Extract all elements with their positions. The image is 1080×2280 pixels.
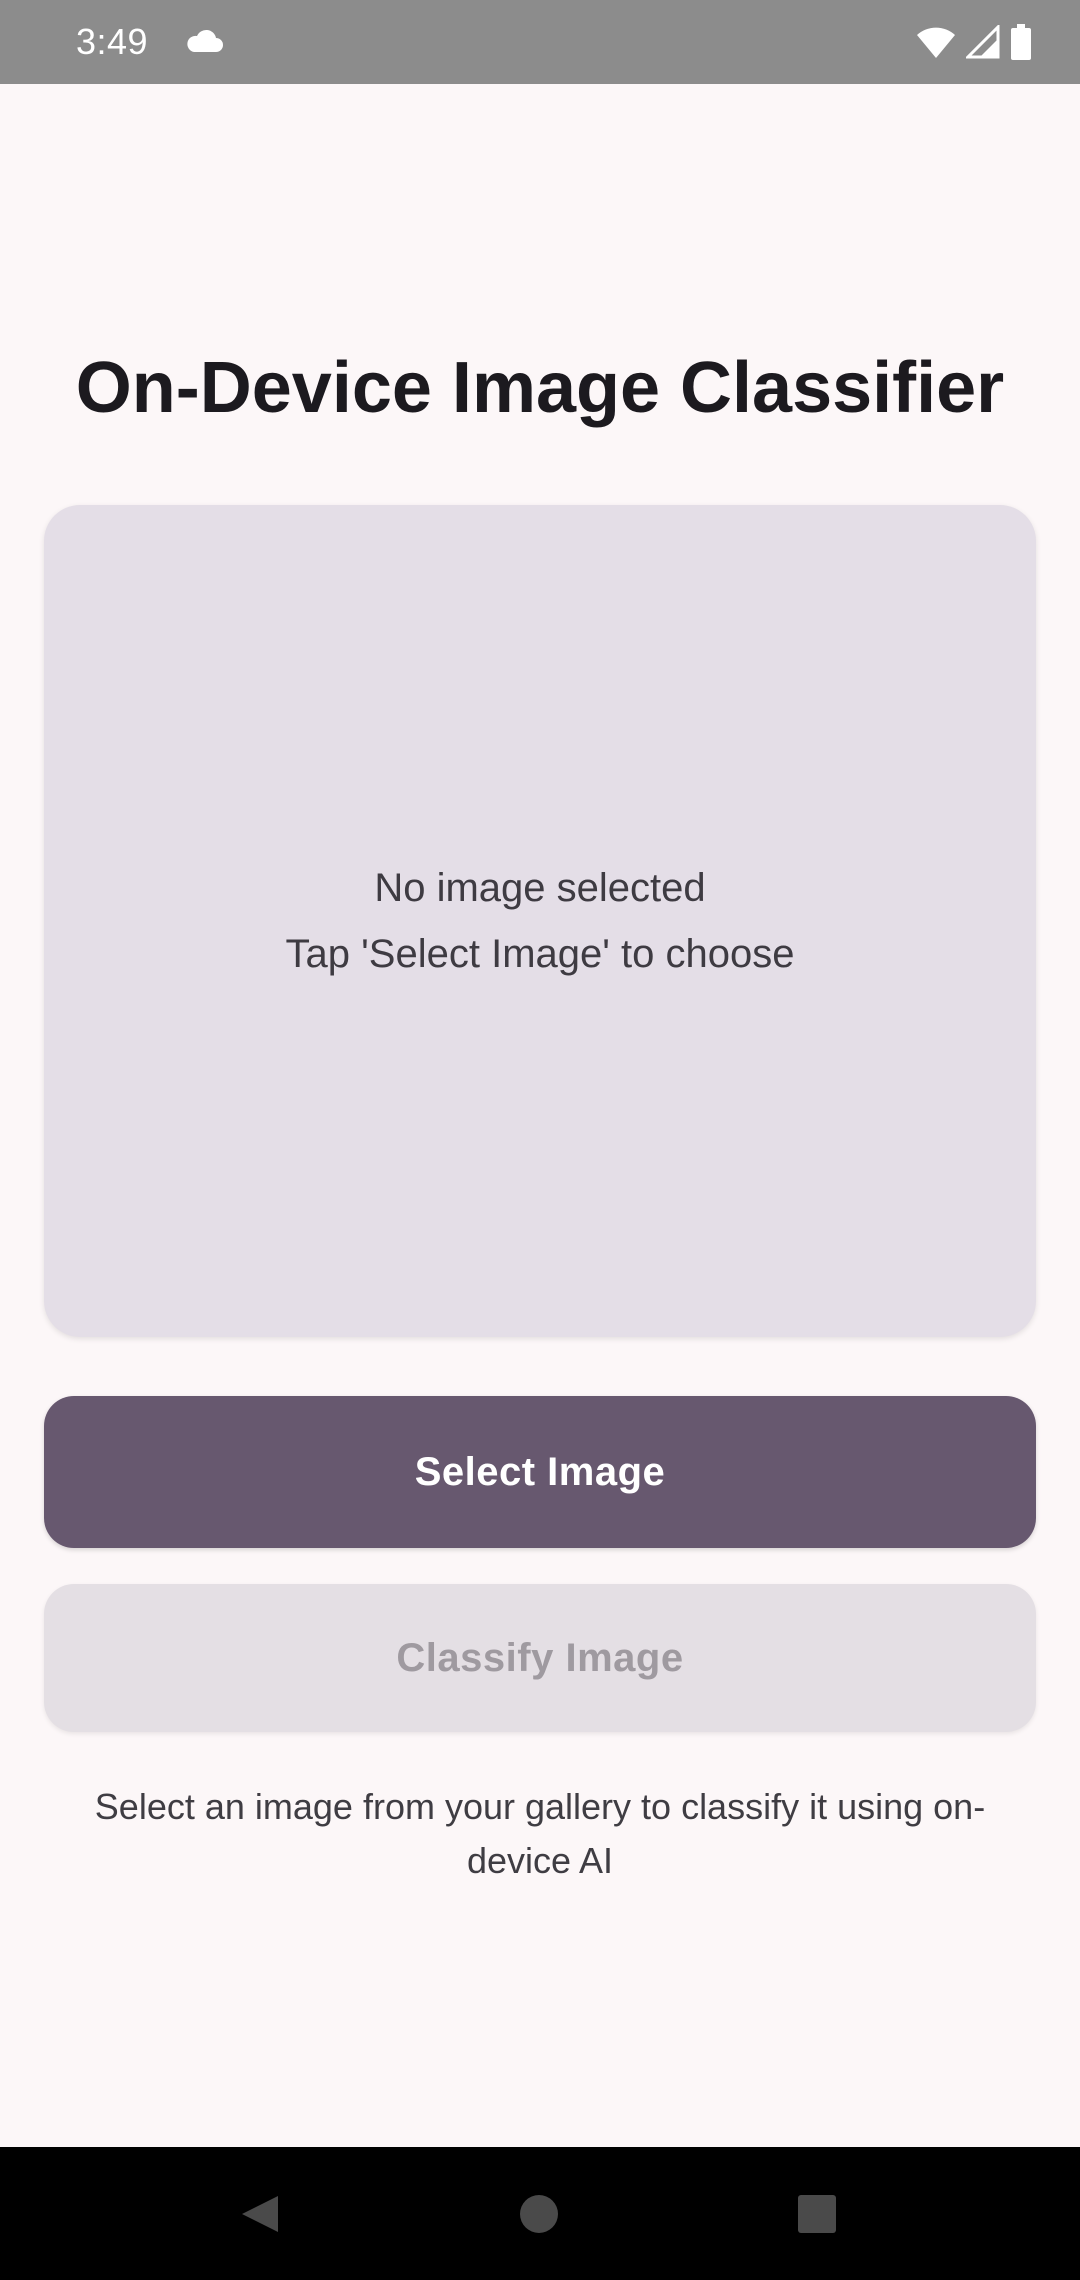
navigation-bar [0,2147,1080,2280]
classify-image-button[interactable]: Classify Image [44,1584,1036,1732]
back-icon[interactable] [238,2192,282,2236]
help-text: Select an image from your gallery to cla… [94,1786,986,1881]
select-image-button[interactable]: Select Image [44,1396,1036,1548]
battery-icon [1011,24,1031,60]
no-image-message: No image selected [374,866,706,910]
cell-signal-icon [966,25,1000,59]
page-title: On-Device Image Classifier [75,348,1005,428]
status-time: 3:49 [76,21,149,62]
cloud-icon [187,29,223,52]
image-preview-panel: No image selected Tap 'Select Image' to … [44,505,1036,1337]
select-image-hint: Tap 'Select Image' to choose [285,932,795,976]
status-bar: 3:49 [0,0,1080,84]
recents-icon[interactable] [797,2194,837,2234]
wifi-icon [917,27,955,58]
home-icon[interactable] [519,2194,559,2234]
status-icons [916,22,1032,62]
